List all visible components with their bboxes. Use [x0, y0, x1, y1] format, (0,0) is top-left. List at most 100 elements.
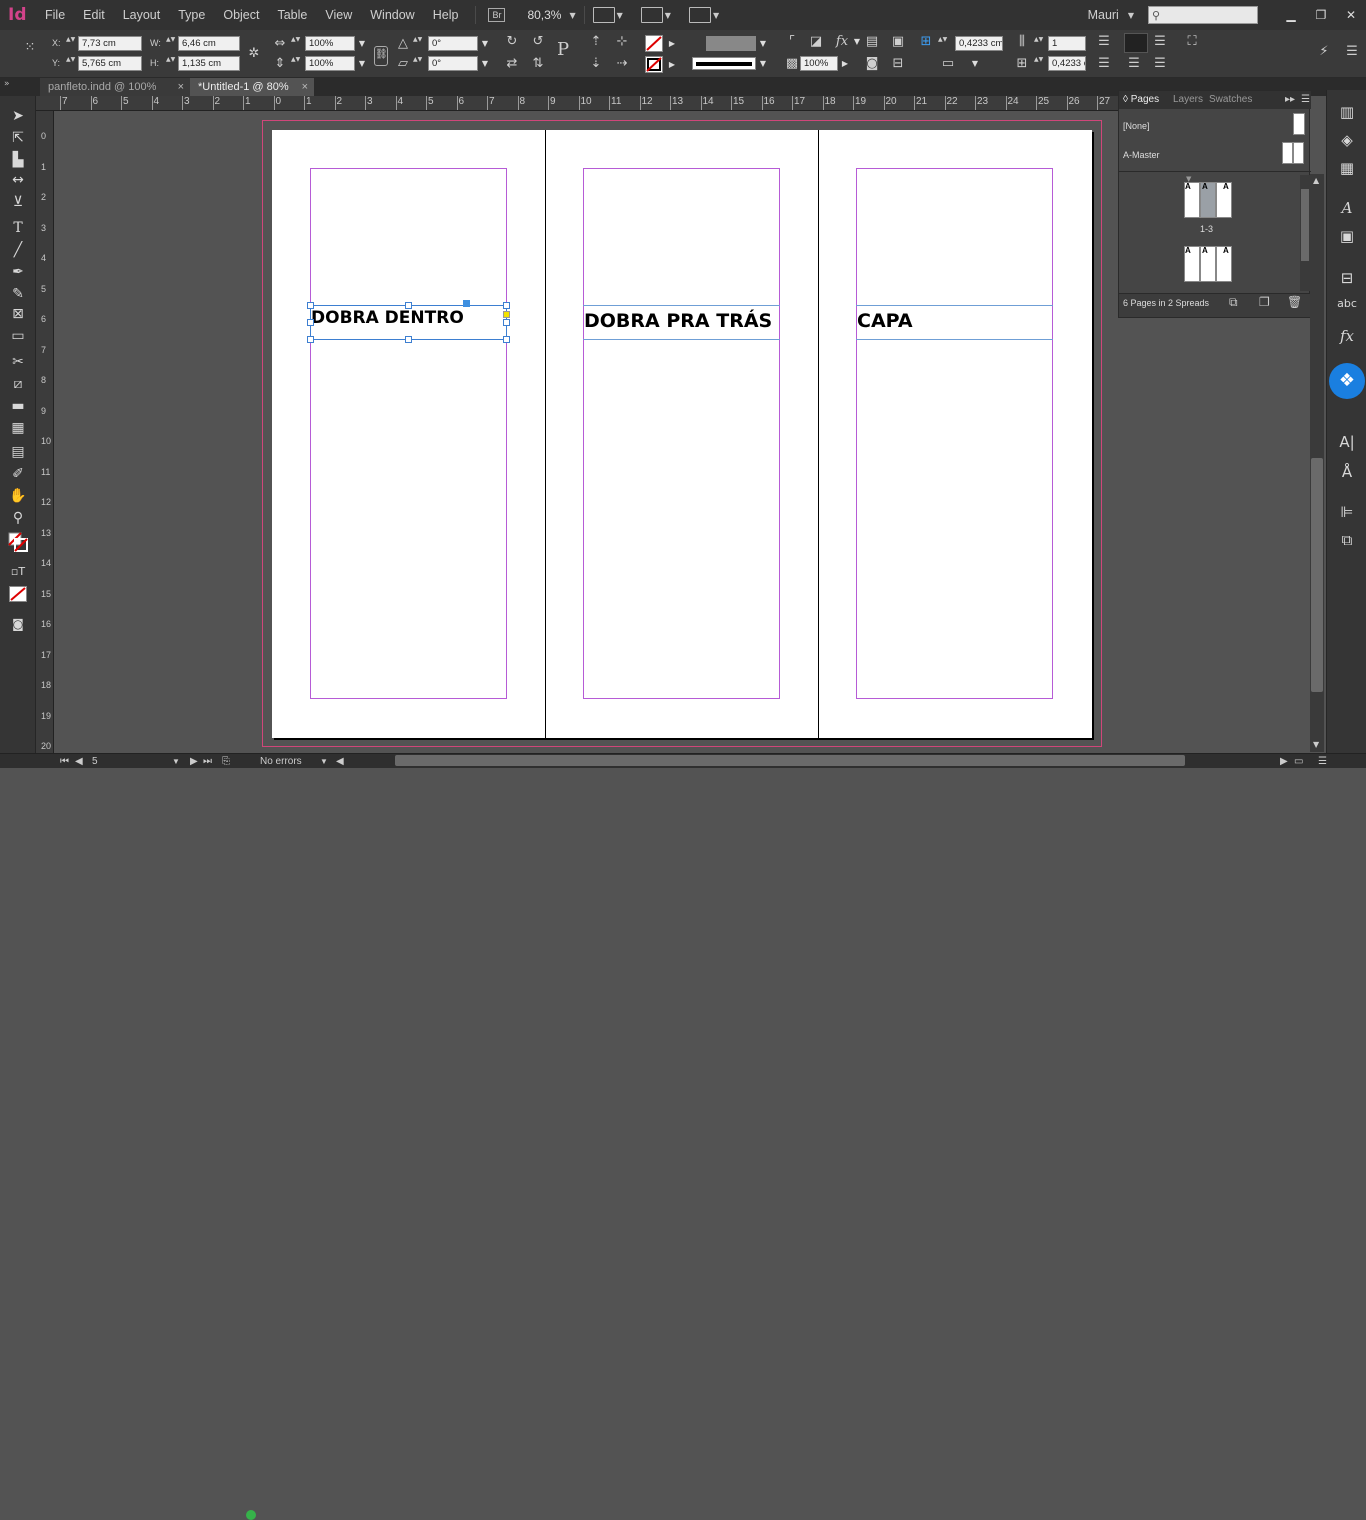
chevron-down-icon[interactable]: ▼ [320, 754, 328, 769]
columns-icon[interactable]: ⫼ [1014, 34, 1030, 50]
rotate-stepper[interactable]: ▲▼ [413, 36, 422, 51]
gradient-swatch-tool-icon[interactable]: ▬ [7, 396, 29, 416]
menu-type[interactable]: Type [169, 8, 214, 22]
chevron-down-icon[interactable]: ▼ [357, 56, 367, 71]
swatches-panel-icon[interactable]: ▦ [1337, 158, 1357, 178]
a-master-label[interactable]: A-Master [1123, 150, 1160, 160]
h-stepper[interactable]: ▲▼ [166, 56, 175, 71]
previous-page-icon[interactable]: ◀ [75, 754, 83, 769]
chevron-down-icon[interactable]: ▼ [172, 754, 180, 769]
stroke-weight-field[interactable] [706, 36, 756, 51]
select-next-icon[interactable]: ⇢ [614, 56, 630, 72]
text-wrap-shape-icon[interactable]: ◙ [864, 56, 880, 72]
x-stepper[interactable]: ▲▼ [66, 36, 75, 51]
rectangle-tool-icon[interactable]: ▭ [7, 326, 29, 346]
vertical-ruler[interactable]: 0 1 2 3 4 5 6 7 8 9 10 11 12 13 14 15 16 17 18 19 20 [36, 111, 54, 753]
free-transform-tool-icon[interactable]: ⧄ [7, 374, 29, 394]
text-wrap-panel-icon[interactable]: ⊟ [1337, 268, 1357, 288]
pathfinder-panel-icon[interactable]: ⧉ [1337, 530, 1357, 550]
align-center-icon[interactable]: ☰ [1096, 56, 1112, 72]
tab-layers[interactable]: Layers [1173, 94, 1203, 105]
scroll-up-icon[interactable]: ▲ [1313, 176, 1319, 185]
align-top-icon[interactable]: ☰ [1096, 34, 1112, 50]
screen-mode-icon[interactable]: ◙ [7, 614, 29, 634]
pen-tool-icon[interactable]: ✒ [7, 262, 29, 282]
close-icon[interactable]: × [178, 78, 184, 96]
rotate-icon[interactable]: △ [395, 36, 411, 52]
chevron-down-icon[interactable]: ▼ [357, 36, 367, 51]
shear-stepper[interactable]: ▲▼ [413, 56, 422, 71]
select-content-icon[interactable]: ⊹ [614, 34, 630, 50]
apply-none-icon[interactable] [9, 586, 27, 602]
next-page-icon[interactable]: ▶ [190, 754, 198, 769]
stroke-type-select[interactable] [692, 57, 756, 70]
gutter-icon[interactable]: ⊞ [1014, 56, 1030, 72]
scissors-tool-icon[interactable]: ✂ [7, 352, 29, 372]
close-button[interactable]: ✕ [1336, 0, 1366, 30]
close-icon[interactable]: × [302, 78, 308, 96]
tab-pages[interactable]: ◊ Pages [1123, 94, 1159, 105]
out-port[interactable] [503, 311, 510, 318]
text-wrap-jump-icon[interactable]: ⊟ [890, 56, 906, 72]
dropbox-icon[interactable]: ❖ [1329, 363, 1365, 399]
open-page-icon[interactable]: ⎘ [222, 754, 230, 769]
tab-untitled[interactable]: *Untitled-1 @ 80% × [190, 78, 314, 96]
paragraph-panel-icon[interactable]: ▣ [1337, 226, 1357, 246]
menu-file[interactable]: File [36, 8, 74, 22]
text-wrap-box-icon[interactable]: ▣ [890, 34, 906, 50]
text-wrap-none-icon[interactable]: ▤ [864, 34, 880, 50]
chevron-right-icon[interactable]: ▶ [840, 56, 850, 71]
content-grabber[interactable] [463, 300, 470, 307]
stroke-style-icon[interactable]: ▭ [940, 56, 956, 72]
w-stepper[interactable]: ▲▼ [166, 36, 175, 51]
pages-panel-icon[interactable]: ▥ [1337, 102, 1357, 122]
scale-x-field[interactable]: 100% [305, 36, 355, 51]
a-master-thumb-left[interactable] [1282, 142, 1293, 164]
panel-toggle-icon[interactable]: ☰ [1318, 754, 1327, 769]
panel-collapse-icon[interactable]: ▸▸ [1285, 94, 1295, 105]
scroll-right-icon[interactable]: ▶ [1280, 754, 1288, 769]
glyphs-panel-icon[interactable]: Å [1337, 462, 1357, 482]
note-tool-icon[interactable]: ▤ [7, 442, 29, 462]
columns-field[interactable]: 1 [1048, 36, 1086, 51]
spelling-panel-icon[interactable]: abc [1337, 294, 1357, 314]
last-page-icon[interactable]: ⏭ [203, 754, 212, 769]
scale-y-icon[interactable]: ⇕ [272, 56, 288, 72]
rotate-ccw-icon[interactable]: ↺ [530, 34, 546, 50]
quick-apply-icon[interactable]: ⚡ [1316, 44, 1332, 60]
scroll-left-icon[interactable]: ◀ [336, 754, 344, 769]
vertical-scroll-thumb[interactable] [1311, 458, 1323, 692]
align-right-icon[interactable]: ☰ [1152, 56, 1168, 72]
drop-shadow-icon[interactable]: ◪ [808, 34, 824, 50]
flip-vertical-icon[interactable]: ⇅ [530, 56, 546, 72]
opacity-icon[interactable]: ▩ [784, 56, 800, 72]
eyedropper-tool-icon[interactable]: ✐ [7, 464, 29, 484]
trash-icon[interactable]: 🗑 [1287, 295, 1302, 309]
gutter-field[interactable]: 0,4233 c [1048, 56, 1086, 71]
align-left-icon[interactable]: ☰ [1126, 56, 1142, 72]
gap-tool-icon[interactable]: ↔ [7, 170, 29, 190]
a-master-thumb-right[interactable] [1293, 142, 1304, 164]
bridge-button[interactable]: Br [488, 8, 506, 22]
fill-stroke-swatch[interactable] [8, 532, 28, 552]
user-account[interactable]: Mauri [1079, 8, 1128, 22]
panel2-heading[interactable]: DOBRA PRA TRÁS [584, 310, 772, 332]
page-number-field[interactable]: 5 [92, 754, 98, 769]
none-master-label[interactable]: [None] [1123, 121, 1150, 131]
preflight-status[interactable]: No errors [260, 754, 302, 769]
hand-tool-icon[interactable]: ✋ [7, 486, 29, 506]
scale-y-field[interactable]: 100% [305, 56, 355, 71]
chevron-down-icon[interactable]: ▼ [713, 11, 719, 20]
resize-handle[interactable] [503, 336, 510, 343]
align-bottom-button[interactable] [1124, 33, 1148, 53]
arrange-documents-icon[interactable] [688, 7, 711, 23]
horizontal-scroll-thumb[interactable] [395, 755, 1185, 766]
zoom-dropdown-icon[interactable]: ▼ [569, 11, 575, 20]
tab-panfleto[interactable]: panfleto.indd @ 100% × [40, 78, 190, 96]
restore-button[interactable]: ❐ [1306, 0, 1336, 30]
height-field[interactable]: 1,135 cm [178, 56, 240, 71]
zoom-tool-icon[interactable]: ⚲ [7, 508, 29, 528]
resize-handle[interactable] [405, 302, 412, 309]
menu-object[interactable]: Object [214, 8, 268, 22]
tab-swatches[interactable]: Swatches [1209, 94, 1252, 105]
